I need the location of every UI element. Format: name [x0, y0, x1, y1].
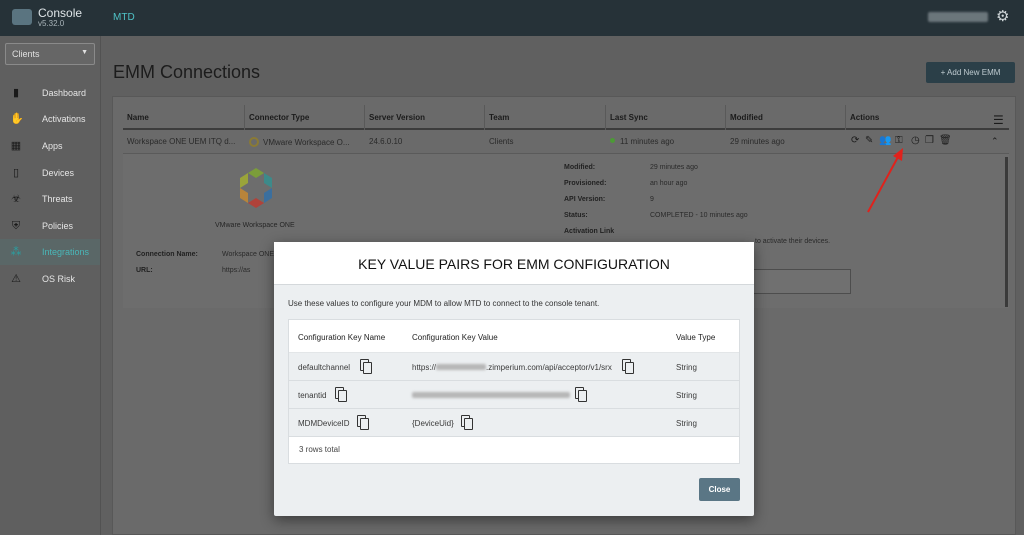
redacted-text	[436, 364, 487, 370]
copy-icon[interactable]	[575, 387, 587, 402]
value-type: String	[676, 363, 697, 372]
copy-icon[interactable]	[360, 359, 372, 374]
table-row: MDMDeviceID {DeviceUid} String	[289, 409, 739, 437]
dialog-header: KEY VALUE PAIRS FOR EMM CONFIGURATION	[274, 242, 754, 285]
table-row: tenantid String	[289, 381, 739, 409]
key-value	[412, 391, 570, 400]
key-value-prefix: https://	[412, 363, 437, 372]
key-value-table: Configuration Key Name Configuration Key…	[288, 319, 740, 464]
table-row: defaultchannel https:// .zimperium.com/ap…	[289, 353, 739, 381]
redacted-text	[412, 392, 570, 398]
dialog-description: Use these values to configure your MDM t…	[288, 299, 600, 308]
value-type: String	[676, 419, 697, 428]
column-header-key-name: Configuration Key Name	[298, 333, 386, 342]
copy-icon[interactable]	[461, 415, 473, 430]
key-value-pairs-dialog: KEY VALUE PAIRS FOR EMM CONFIGURATION Us…	[274, 242, 754, 516]
column-header-key-value: Configuration Key Value	[412, 333, 498, 342]
key-name: MDMDeviceID	[298, 419, 350, 428]
copy-icon[interactable]	[622, 359, 634, 374]
close-button[interactable]: Close	[699, 478, 740, 501]
key-value-table-header: Configuration Key Name Configuration Key…	[289, 320, 739, 353]
key-value: {DeviceUid}	[412, 419, 454, 428]
value-type: String	[676, 391, 697, 400]
copy-icon[interactable]	[357, 415, 369, 430]
key-name: tenantid	[298, 391, 327, 400]
row-count: 3 rows total	[299, 445, 340, 454]
dialog-title: KEY VALUE PAIRS FOR EMM CONFIGURATION	[358, 256, 670, 272]
key-value-suffix: .zimperium.com/api/acceptor/v1/srx	[486, 363, 612, 372]
copy-icon[interactable]	[335, 387, 347, 402]
column-header-value-type: Value Type	[676, 333, 716, 342]
key-value: https:// .zimperium.com/api/acceptor/v1/s…	[412, 363, 612, 372]
key-name: defaultchannel	[298, 363, 351, 372]
